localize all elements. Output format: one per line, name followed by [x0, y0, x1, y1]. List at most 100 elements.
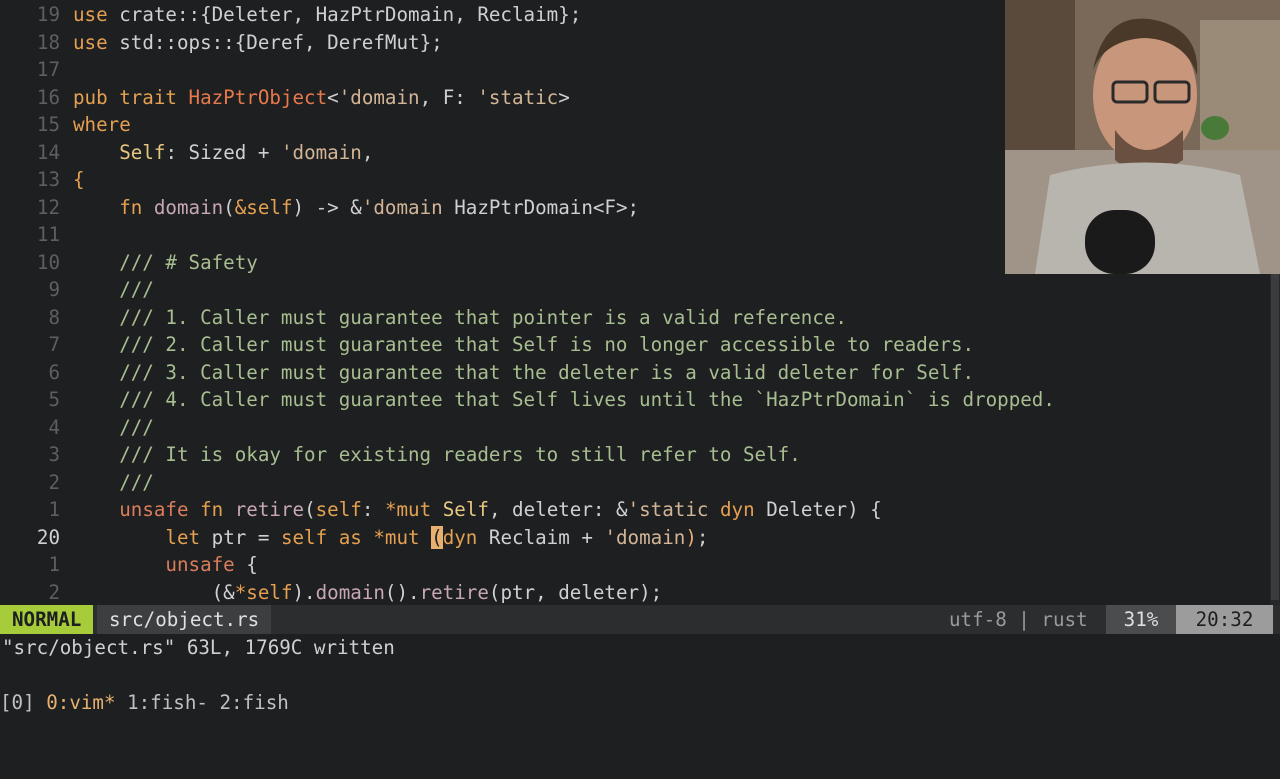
code-token: /// 1. Caller must guarantee that pointe…	[73, 305, 847, 329]
code-token: ///	[73, 470, 154, 494]
line-number: 7	[48, 333, 60, 356]
code-token: (&	[73, 580, 235, 604]
code-token: 'domain	[361, 195, 443, 219]
code-text: pub trait HazPtrObject<'domain, F: 'stat…	[73, 84, 570, 112]
code-token: )	[685, 525, 697, 549]
code-token: retire	[234, 498, 305, 521]
code-token: where	[73, 113, 131, 136]
code-line[interactable]: 8 /// 1. Caller must guarantee that poin…	[0, 304, 1270, 332]
code-text: /// 1. Caller must guarantee that pointe…	[73, 304, 847, 332]
line-number: 3	[48, 443, 60, 466]
code-token: ///	[73, 415, 154, 439]
line-number: 10	[36, 250, 60, 274]
line-number: 13	[36, 168, 60, 191]
code-token: fn	[200, 498, 235, 521]
code-token: Reclaim +	[488, 525, 605, 549]
code-line[interactable]: 7 /// 2. Caller must guarantee that Self…	[0, 331, 1270, 359]
code-line[interactable]: 3 /// It is okay for existing readers to…	[0, 441, 1270, 469]
code-token: domain	[315, 580, 385, 604]
code-text: unsafe fn retire(self: *mut Self, delete…	[73, 496, 882, 524]
code-token: as	[338, 525, 374, 549]
code-line[interactable]: 9 ///	[0, 276, 1270, 304]
command-line-message: "src/object.rs" 63L, 1769C written	[2, 636, 395, 659]
code-line[interactable]: 20 let ptr = self as *mut (dyn Reclaim +…	[0, 524, 1270, 552]
code-text: /// # Safety	[73, 249, 258, 277]
scroll-percent: 31%	[1106, 605, 1176, 634]
file-name: src/object.rs	[97, 605, 272, 634]
code-token: HazPtrObject	[188, 85, 328, 109]
code-token: Self	[442, 498, 489, 521]
code-line[interactable]: 1 unsafe fn retire(self: *mut Self, dele…	[0, 496, 1270, 524]
code-token: ) -> &	[292, 195, 362, 219]
file-encoding-type: utf-8 | rust	[949, 608, 1088, 631]
code-text: /// 2. Caller must guarantee that Self i…	[73, 331, 974, 359]
code-token: unsafe	[119, 498, 201, 521]
code-line[interactable]: 4 ///	[0, 414, 1270, 442]
code-token: 'domain	[604, 525, 686, 549]
tmux-window[interactable]: 2:fish	[208, 691, 289, 714]
code-token: self	[315, 498, 362, 521]
code-text: let ptr = self as *mut (dyn Reclaim + 'd…	[73, 524, 708, 552]
code-text: Self: Sized + 'domain,	[73, 139, 373, 167]
line-number: 12	[36, 195, 60, 219]
code-token: crate::{Deleter, HazPtrDomain, Reclaim};	[119, 3, 582, 26]
code-token: Self	[119, 140, 166, 164]
line-number: 1	[48, 553, 60, 576]
code-text: use crate::{Deleter, HazPtrDomain, Recla…	[73, 1, 581, 29]
code-token: /// 3. Caller must guarantee that the de…	[73, 360, 975, 384]
code-token: >	[558, 85, 570, 109]
code-line[interactable]: 6 /// 3. Caller must guarantee that the …	[0, 359, 1270, 387]
code-line[interactable]: 1 unsafe {	[0, 551, 1270, 579]
code-text: unsafe {	[73, 551, 258, 579]
code-token: 'domain	[280, 140, 362, 164]
line-number: 4	[48, 415, 60, 439]
code-text: /// It is okay for existing readers to s…	[73, 441, 801, 469]
code-token: self	[280, 525, 339, 549]
line-number: 5	[48, 388, 60, 411]
code-text: ///	[73, 276, 154, 304]
tmux-session: [0]	[0, 691, 47, 714]
scrollbar-thumb[interactable]	[1271, 270, 1279, 600]
tmux-status-bar: [0] 0:vim* 1:fish- 2:fish	[0, 688, 1280, 720]
code-token: ).	[292, 580, 316, 604]
code-line[interactable]: 2 (&*self).domain().retire(ptr, deleter)…	[0, 579, 1270, 606]
code-token: &self	[234, 195, 293, 219]
code-text: /// 4. Caller must guarantee that Self l…	[73, 386, 1055, 414]
code-line[interactable]: 5 /// 4. Caller must guarantee that Self…	[0, 386, 1270, 414]
code-token: , deleter: &	[488, 498, 628, 521]
vim-statusline: NORMAL src/object.rs utf-8 | rust 31% 20…	[0, 605, 1280, 634]
code-token: dyn	[442, 525, 489, 549]
code-token: *self	[234, 580, 293, 604]
code-text: fn domain(&self) -> &'domain HazPtrDomai…	[73, 194, 639, 222]
line-number: 18	[36, 30, 60, 54]
code-token: <	[327, 85, 339, 109]
line-number: 1	[48, 498, 60, 521]
line-number: 8	[48, 305, 60, 329]
code-token: Deleter) {	[766, 498, 882, 521]
line-number: 6	[48, 360, 60, 384]
tmux-window[interactable]: 1:fish-	[116, 691, 208, 714]
code-token: {	[73, 168, 85, 191]
code-token: ().	[384, 580, 420, 604]
code-token: unsafe	[165, 553, 247, 576]
line-number: 2	[48, 580, 60, 604]
code-token: dyn	[719, 498, 767, 521]
code-token: std::ops::{Deref, DerefMut};	[119, 30, 443, 54]
code-text: use std::ops::{Deref, DerefMut};	[73, 29, 443, 57]
code-token: ///	[73, 278, 154, 301]
line-number: 19	[36, 3, 60, 26]
code-token: (	[304, 498, 316, 521]
code-text: /// 3. Caller must guarantee that the de…	[73, 359, 974, 387]
line-number: 17	[36, 58, 60, 81]
code-token: {	[246, 553, 258, 576]
tmux-window[interactable]: 0:vim*	[46, 691, 115, 714]
code-token: :	[361, 498, 385, 521]
code-token: fn	[119, 195, 154, 219]
code-token: ptr =	[211, 525, 281, 549]
code-line[interactable]: 2 ///	[0, 469, 1270, 497]
code-token: *mut	[384, 498, 443, 521]
code-token: /// It is okay for existing readers to s…	[73, 443, 801, 466]
